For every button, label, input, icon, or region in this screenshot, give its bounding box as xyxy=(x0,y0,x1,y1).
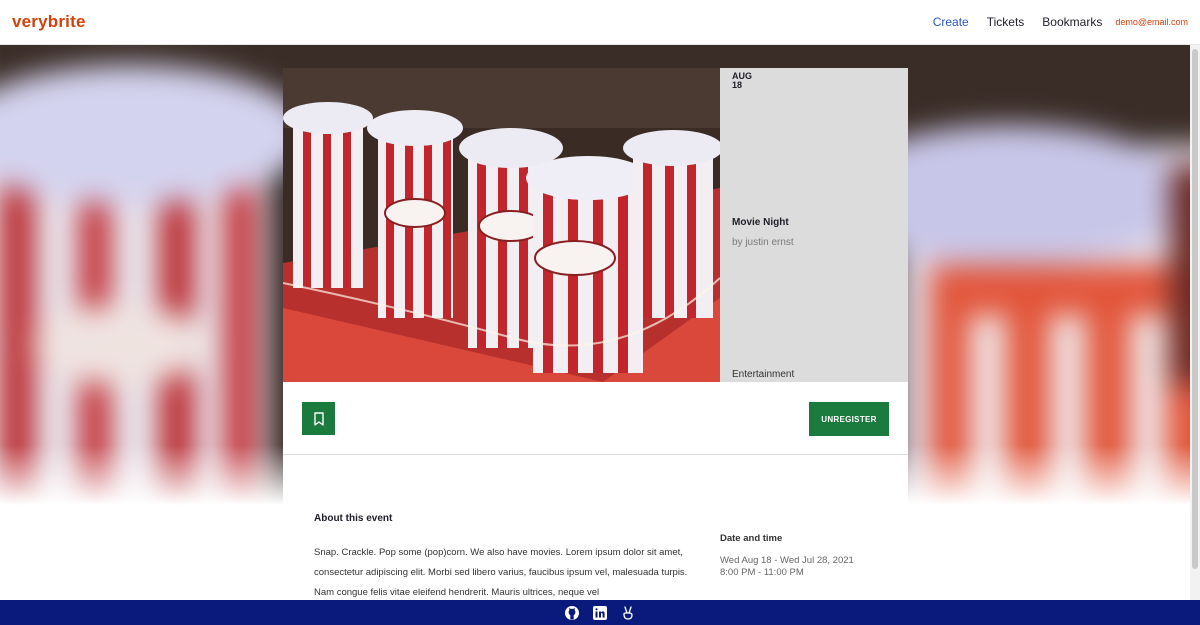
angellist-icon[interactable] xyxy=(620,605,636,621)
event-organizer: by justin ernst xyxy=(732,237,794,248)
event-info-panel: AUG 18 Movie Night by justin ernst Enter… xyxy=(720,68,908,382)
nav-bookmarks-link[interactable]: Bookmarks xyxy=(1042,15,1102,29)
linkedin-icon[interactable] xyxy=(592,605,608,621)
event-card: AUG 18 Movie Night by justin ernst Enter… xyxy=(283,68,908,455)
user-email-link[interactable]: demo@email.com xyxy=(1115,17,1188,27)
event-day: 18 xyxy=(732,80,743,90)
footer-bar xyxy=(0,600,1200,625)
date-range: Wed Aug 18 - Wed Jul 28, 2021 xyxy=(720,555,854,566)
event-details: About this event Snap. Crackle. Pop some… xyxy=(283,455,908,605)
bookmark-icon xyxy=(313,411,324,426)
brand-logo[interactable]: verybrite xyxy=(12,12,86,32)
popcorn-image xyxy=(283,68,720,382)
event-category: Entertainment xyxy=(732,369,795,380)
time-range: 8:00 PM - 11:00 PM xyxy=(720,567,804,578)
scrollbar-thumb[interactable] xyxy=(1192,49,1198,569)
event-image xyxy=(283,68,720,382)
unregister-button[interactable]: UNREGISTER xyxy=(809,402,889,436)
event-title: Movie Night xyxy=(732,217,789,228)
nav-tickets-link[interactable]: Tickets xyxy=(987,15,1025,29)
date-time-heading: Date and time xyxy=(720,533,783,544)
nav-create-link[interactable]: Create xyxy=(933,15,969,29)
page-scrollbar[interactable] xyxy=(1190,45,1200,600)
nav-links: Create Tickets Bookmarks demo@email.com xyxy=(915,15,1188,29)
event-actions-bar: UNREGISTER xyxy=(283,382,908,455)
github-icon[interactable] xyxy=(564,605,580,621)
top-navbar: verybrite Create Tickets Bookmarks demo@… xyxy=(0,0,1200,45)
bookmark-button[interactable] xyxy=(302,402,335,435)
about-text: Snap. Crackle. Pop some (pop)corn. We al… xyxy=(314,547,688,598)
about-heading: About this event xyxy=(314,513,393,524)
